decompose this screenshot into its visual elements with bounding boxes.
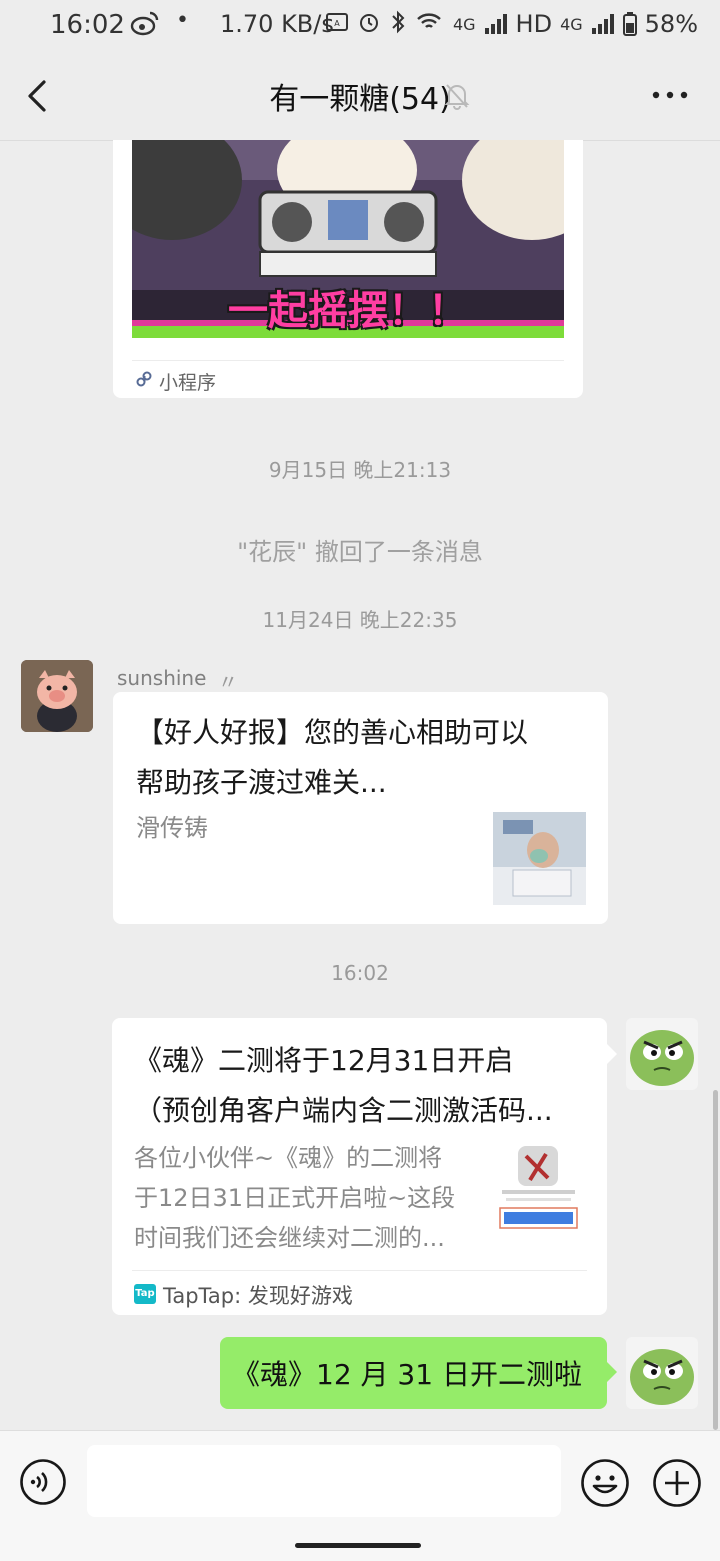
battery-icon	[622, 12, 637, 36]
avatar-me[interactable]	[626, 1018, 698, 1090]
mini-program-banner-text: 一起摇摆！！	[228, 288, 468, 334]
signal-icon-2	[591, 14, 614, 34]
taptap-logo-icon: Tap	[134, 1284, 156, 1304]
link-card-charity[interactable]: 【好人好报】您的善心相助可以 帮助孩子渡过难关... 滑传铸	[113, 692, 608, 924]
plus-more-icon[interactable]	[652, 1458, 702, 1508]
hd-label: HD	[515, 10, 553, 38]
card-desc-line1: 各位小伙伴~《魂》的二测将	[134, 1144, 443, 1172]
card-subtitle: 滑传铸	[136, 814, 208, 842]
more-options-icon[interactable]	[650, 80, 690, 110]
mute-bell-icon	[444, 84, 470, 110]
emoji-icon[interactable]	[580, 1458, 630, 1508]
link-card-taptap[interactable]: 《魂》二测将于12月31日开启 （预创角客户端内含二测激活码... 各位小伙伴~…	[112, 1018, 607, 1315]
net-speed: 1.70 KB/s	[220, 10, 334, 38]
bluetooth-icon	[392, 10, 405, 34]
home-indicator[interactable]	[295, 1543, 421, 1548]
status-dot: •	[176, 8, 189, 33]
card-desc-line3: 时间我们还会继续对二测的...	[134, 1224, 445, 1252]
mini-program-image: 一起摇摆！！	[132, 140, 564, 338]
voice-input-icon[interactable]	[19, 1458, 67, 1506]
sender-name: sunshine	[117, 666, 207, 690]
mini-program-icon	[136, 371, 152, 387]
chat-header: 有一颗糖(54)	[0, 52, 720, 141]
auto-brightness-icon: A	[326, 13, 348, 31]
my-text-bubble[interactable]: 《魂》12 月 31 日开二测啦	[220, 1337, 607, 1409]
avatar-sunshine[interactable]	[21, 660, 93, 732]
status-bar: 16:02 • 1.70 KB/s A 4G HD 4G 58%	[0, 0, 720, 52]
network-label-2: 4G	[560, 14, 583, 34]
timestamp: 16:02	[331, 961, 389, 985]
card-footer-divider	[132, 1270, 587, 1271]
card-title-line1: 【好人好报】您的善心相助可以	[136, 716, 529, 749]
mini-program-label: 小程序	[159, 372, 217, 394]
timestamp: 9月15日 晚上21:13	[268, 458, 452, 482]
recall-notice: "花辰" 撤回了一条消息	[237, 538, 483, 566]
svg-text:A: A	[334, 19, 340, 28]
sender-tag: 〃	[218, 670, 238, 694]
mini-program-card[interactable]: 一起摇摆！！ 小程序	[113, 140, 583, 398]
avatar-me[interactable]	[626, 1337, 698, 1409]
timestamp: 11月24日 晚上22:35	[262, 608, 458, 632]
chat-messages[interactable]: 一起摇摆！！ 小程序 9月15日 晚上21:13 "花辰" 撤回了一条消息 11…	[0, 140, 720, 1430]
battery-percent: 58%	[644, 10, 698, 38]
mini-program-divider	[132, 360, 564, 361]
scrollbar-thumb[interactable]	[713, 1090, 718, 1430]
alarm-icon	[360, 14, 378, 32]
network-label-1: 4G	[452, 14, 476, 34]
card-thumbnail	[493, 812, 586, 905]
signal-icon	[484, 14, 507, 34]
card-thumbnail	[492, 1142, 585, 1235]
input-bar	[0, 1430, 720, 1561]
card-desc-line2: 于12日31日正式开启啦~这段	[134, 1184, 456, 1212]
status-time: 16:02	[50, 10, 125, 40]
status-right: 4G HD 4G 58%	[453, 10, 698, 38]
taptap-logo-text: Tap	[135, 1288, 155, 1299]
card-footer-source: TapTap: 发现好游戏	[163, 1284, 353, 1308]
status-icons: A	[326, 10, 442, 34]
chat-title: 有一颗糖(54)	[269, 82, 451, 117]
bubble-tail	[607, 1362, 617, 1382]
bubble-tail	[607, 1044, 617, 1064]
card-title-line2: 帮助孩子渡过难关...	[136, 766, 387, 799]
message-input[interactable]	[87, 1445, 561, 1517]
wifi-icon	[417, 13, 441, 28]
message-text: 《魂》12 月 31 日开二测啦	[232, 1358, 582, 1391]
weibo-icon	[130, 11, 159, 36]
card-title-line1: 《魂》二测将于12月31日开启	[134, 1044, 514, 1077]
card-title-line2: （预创角客户端内含二测激活码...	[134, 1094, 553, 1127]
